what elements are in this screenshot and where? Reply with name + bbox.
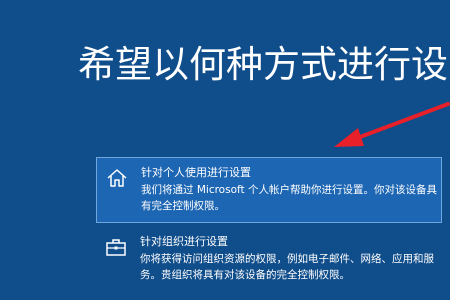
option-personal-use[interactable]: 针对个人使用进行设置 我们将通过 Microsoft 个人帐户帮助你进行设置。你…	[96, 157, 442, 223]
option-personal-description: 我们将通过 Microsoft 个人帐户帮助你进行设置。你对该设备具有完全控制权…	[141, 184, 437, 212]
option-org-title: 针对组织进行设置	[140, 235, 228, 248]
option-org-description: 你将获得访问组织资源的权限，例如电子邮件、网络、应用和服务。贵组织将具有对该设备…	[140, 253, 434, 281]
option-organization[interactable]: 针对组织进行设置 你将获得访问组织资源的权限，例如电子邮件、网络、应用和服务。贵…	[96, 231, 442, 297]
briefcase-icon	[106, 239, 126, 256]
option-personal-title: 针对个人使用进行设置	[141, 166, 251, 179]
annotation-arrow	[334, 102, 450, 147]
setup-screen: 希望以何种方式进行设置? 针对个人使用进行设置 我们将通过 Microsoft …	[0, 0, 450, 300]
home-icon	[107, 169, 127, 187]
page-title: 希望以何种方式进行设置?	[78, 43, 450, 86]
